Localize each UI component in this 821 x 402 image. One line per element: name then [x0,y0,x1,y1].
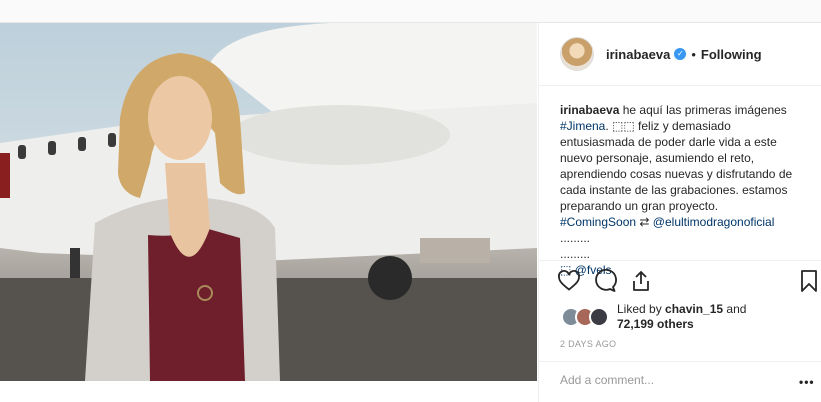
instagram-post: irinabaeva ✓ • Following irinabaeva he a… [0,22,821,402]
likes-count-link[interactable]: 72,199 others [617,317,694,331]
caption-text: preparando un gran proyecto. [560,199,719,213]
likes-summary: Liked by chavin_15 and 72,199 others [561,301,746,333]
comment-input[interactable]: Add a comment... [560,373,654,387]
caption-text: aprendiendo cosas nuevas y disfrutando d… [560,167,793,181]
comment-icon[interactable] [593,269,617,293]
more-options-icon[interactable]: ••• [799,375,815,389]
caption-text: . ⬚⬚ feliz y demasiado [605,119,731,133]
divider [539,361,821,362]
post-photo[interactable] [0,23,537,381]
mention-link[interactable]: @elultimodragonoficial [653,215,775,229]
avatar[interactable] [560,37,594,71]
caption-username[interactable]: irinabaeva [560,103,619,117]
likes-text: Liked by chavin_15 and 72,199 others [617,302,746,332]
caption-text: ⇄ [636,215,653,229]
hashtag-link[interactable]: #ComingSoon [560,215,636,229]
verified-badge-icon: ✓ [674,48,687,60]
caption-text: cada instante de las grabaciones. estamo… [560,183,788,197]
share-icon[interactable] [629,269,653,293]
likes-prefix: Liked by [617,302,666,316]
caption-text: ......... [560,231,591,245]
caption-text: he aquí las primeras imágenes [619,103,787,117]
liker-avatar[interactable] [589,307,609,327]
author-username[interactable]: irinabaeva [606,47,670,62]
bookmark-icon[interactable] [797,269,821,293]
post-caption: irinabaeva he aquí las primeras imágenes… [560,102,810,278]
post-sidebar: irinabaeva ✓ • Following irinabaeva he a… [538,23,821,402]
hashtag-link[interactable]: #Jimena [560,119,605,133]
photo-illustration [0,23,537,381]
separator-dot: • [691,46,696,62]
action-bar [557,269,820,295]
post-timestamp[interactable]: 2 DAYS AGO [560,339,616,349]
heart-icon[interactable] [557,269,581,293]
following-button[interactable]: Following [701,47,762,62]
divider [539,260,821,261]
likes-and: and [723,302,747,316]
caption-text: entusiasmada de poder darle vida a este [560,135,777,149]
post-header: irinabaeva ✓ • Following [539,23,821,86]
caption-text: nuevo personaje, asumiendo el reto, [560,151,755,165]
liker-username[interactable]: chavin_15 [665,302,723,316]
